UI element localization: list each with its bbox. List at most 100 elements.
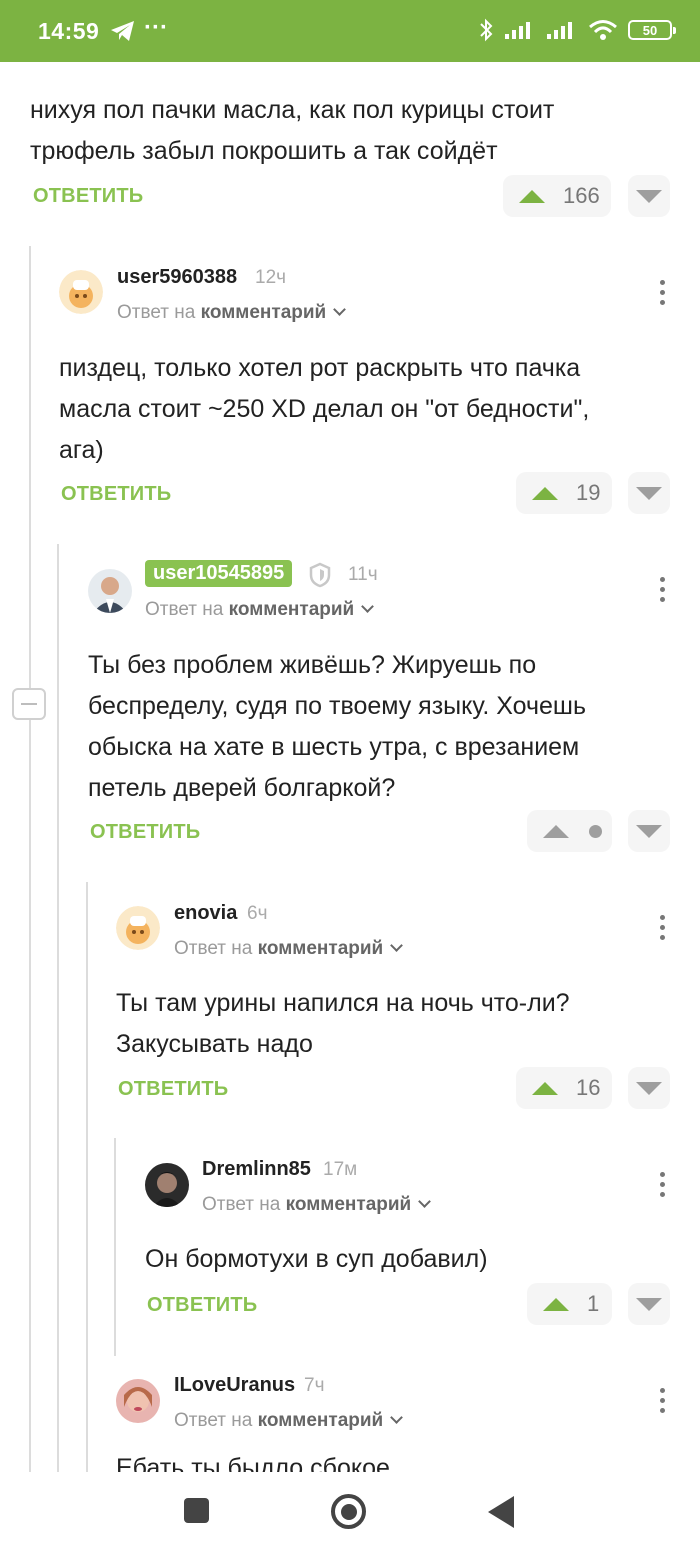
reply-to-link[interactable]: Ответ на комментарий xyxy=(174,1410,404,1432)
nav-back-icon[interactable] xyxy=(488,1496,514,1528)
status-bar: 14:59 ··· 50 xyxy=(0,0,700,62)
username[interactable]: ILoveUranus xyxy=(174,1374,295,1397)
downvote-icon xyxy=(636,824,662,838)
downvote-button[interactable] xyxy=(628,1067,670,1109)
kebab-menu-icon[interactable] xyxy=(658,577,666,602)
comment-line: беспределу, судя по твоему языку. Хочешь xyxy=(88,692,587,720)
chevron-down-icon xyxy=(390,1411,404,1424)
vote-count: 166 xyxy=(563,183,600,208)
reply-to-prefix: Ответ на xyxy=(117,302,196,323)
kebab-menu-icon[interactable] xyxy=(658,1172,666,1197)
wifi-icon xyxy=(589,20,617,40)
chevron-down-icon xyxy=(390,939,404,952)
comment-time: 12ч xyxy=(255,267,287,288)
downvote-button[interactable] xyxy=(628,810,670,852)
comment-text: Ты там урины напился на ночь что-ли? Зак… xyxy=(116,983,570,1065)
comment-time: 17м xyxy=(323,1159,358,1180)
reply-to-target: комментарий xyxy=(257,938,384,959)
username[interactable]: user10545895 xyxy=(145,560,293,587)
battery-level: 50 xyxy=(642,22,658,38)
comment-line: масла стоит ~250 XD делал он "от бедност… xyxy=(59,395,590,423)
navigation-bar xyxy=(0,1472,700,1556)
avatar[interactable] xyxy=(116,1379,160,1423)
reply-button[interactable]: ОТВЕТИТЬ xyxy=(147,1294,257,1317)
upvote-button[interactable]: 16 xyxy=(516,1067,612,1109)
reply-button[interactable]: ОТВЕТИТЬ xyxy=(33,185,143,208)
reply-to-link[interactable]: Ответ на комментарий xyxy=(117,302,347,324)
avatar[interactable] xyxy=(88,569,132,613)
downvote-icon xyxy=(636,1081,662,1095)
downvote-icon xyxy=(636,1297,662,1311)
thread-line xyxy=(86,882,88,1472)
comment-time: 6ч xyxy=(247,903,268,924)
avatar[interactable] xyxy=(59,270,103,314)
upvote-icon xyxy=(543,824,569,838)
kebab-menu-icon[interactable] xyxy=(658,280,666,305)
reply-to-prefix: Ответ на xyxy=(174,938,253,959)
kebab-menu-icon[interactable] xyxy=(658,1388,666,1413)
signal-icon xyxy=(505,22,530,39)
reply-to-link[interactable]: Ответ на комментарий xyxy=(145,599,375,621)
thread-line xyxy=(57,544,59,1472)
thread-line xyxy=(114,1138,116,1356)
reply-to-target: комментарий xyxy=(257,1410,384,1431)
upvote-button[interactable]: 1 xyxy=(527,1283,612,1325)
reply-button[interactable]: ОТВЕТИТЬ xyxy=(90,821,200,844)
upvote-icon xyxy=(532,486,558,500)
comments-feed[interactable]: нихуя пол пачки масла, как пол курицы ст… xyxy=(0,62,700,1472)
thread-line xyxy=(29,246,31,1472)
downvote-button[interactable] xyxy=(628,175,670,217)
username[interactable]: Dremlinn85 xyxy=(202,1158,311,1181)
comment-line: Ты без проблем живёшь? Жируешь по xyxy=(88,651,537,679)
shield-icon xyxy=(309,562,331,588)
username[interactable]: enovia xyxy=(174,902,237,925)
reply-button[interactable]: ОТВЕТИТЬ xyxy=(61,483,171,506)
username[interactable]: user5960388 xyxy=(117,266,237,289)
reply-button[interactable]: ОТВЕТИТЬ xyxy=(118,1078,228,1101)
status-icons: 50 xyxy=(478,18,676,42)
reply-to-link[interactable]: Ответ на комментарий xyxy=(174,938,404,960)
reply-to-prefix: Ответ на xyxy=(202,1194,281,1215)
reply-to-prefix: Ответ на xyxy=(145,599,224,620)
comment-line: обыска на хате в шесть утра, с врезанием xyxy=(88,733,580,761)
nav-home-icon[interactable] xyxy=(331,1494,366,1529)
downvote-icon xyxy=(636,189,662,203)
avatar[interactable] xyxy=(116,906,160,950)
bluetooth-icon xyxy=(480,18,493,42)
chevron-down-icon xyxy=(418,1195,432,1208)
comment-text: Ты без проблем живёшь? Жируешь по беспре… xyxy=(88,645,586,809)
hidden-rating-icon xyxy=(589,824,602,838)
collapse-thread-button[interactable] xyxy=(12,688,46,720)
telegram-icon xyxy=(110,20,136,47)
upvote-button[interactable]: 166 xyxy=(503,175,611,217)
reply-to-link[interactable]: Ответ на комментарий xyxy=(202,1194,432,1216)
downvote-icon xyxy=(636,486,662,500)
collapse-icon xyxy=(21,703,37,705)
chevron-down-icon xyxy=(333,303,347,316)
signal-icon-2 xyxy=(547,22,572,39)
nav-square-icon[interactable] xyxy=(184,1498,209,1523)
reply-to-target: комментарий xyxy=(200,302,327,323)
upvote-button[interactable] xyxy=(527,810,612,852)
kebab-menu-icon[interactable] xyxy=(658,915,666,940)
reply-to-target: комментарий xyxy=(285,1194,412,1215)
downvote-button[interactable] xyxy=(628,1283,670,1325)
downvote-button[interactable] xyxy=(628,472,670,514)
upvote-icon xyxy=(519,189,545,203)
upvote-icon xyxy=(543,1297,569,1311)
vote-count: 16 xyxy=(576,1075,601,1100)
comment-line: пиздец, только хотел рот раскрыть что па… xyxy=(59,354,581,382)
vote-count: 1 xyxy=(587,1291,600,1316)
upvote-button[interactable]: 19 xyxy=(516,472,612,514)
chevron-down-icon xyxy=(361,600,375,613)
comment-time: 7ч xyxy=(304,1375,325,1396)
more-notifications-icon: ··· xyxy=(144,14,168,41)
reply-to-prefix: Ответ на xyxy=(174,1410,253,1431)
comment-line: Он бормотухи в суп добавил) xyxy=(145,1245,488,1273)
reply-to-target: комментарий xyxy=(228,599,355,620)
avatar[interactable] xyxy=(145,1163,189,1207)
upvote-icon xyxy=(532,1081,558,1095)
comment-text: Он бормотухи в суп добавил) xyxy=(145,1239,488,1280)
comment-text: Ебать ты быдло сбокое xyxy=(116,1454,390,1472)
comment-line: нихуя пол пачки масла, как пол курицы ст… xyxy=(30,96,555,124)
